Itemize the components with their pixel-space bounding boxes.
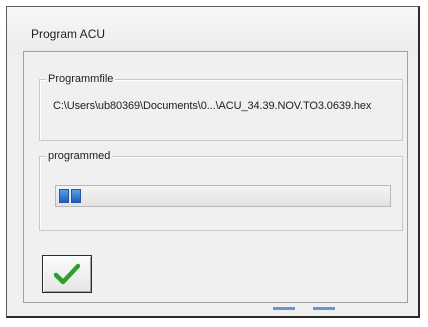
programmed-legend: programmed	[46, 149, 113, 163]
programmfile-legend: Programmfile	[46, 72, 116, 86]
programming-progress-bar	[55, 185, 391, 207]
titlebar[interactable]: Program ACU	[7, 7, 418, 55]
program-acu-dialog: Program ACU Programmfile C:\Users\ub8036…	[6, 6, 420, 318]
programmfile-groupbox: Programmfile C:\Users\ub80369\Documents\…	[39, 72, 403, 141]
programmed-groupbox: programmed	[39, 149, 403, 231]
progress-fill	[59, 189, 81, 203]
file-path-text: C:\Users\ub80369\Documents\0...\ACU_34.3…	[53, 100, 372, 112]
window-title: Program ACU	[31, 27, 106, 41]
background-artifact	[313, 307, 335, 310]
checkmark-icon	[54, 263, 80, 285]
progress-block	[71, 189, 81, 203]
screen: Program ACU Programmfile C:\Users\ub8036…	[0, 0, 428, 327]
background-artifact	[273, 307, 295, 310]
progress-block	[59, 189, 69, 203]
ok-button[interactable]	[42, 255, 92, 293]
dialog-client-area: Programmfile C:\Users\ub80369\Documents\…	[23, 51, 408, 303]
